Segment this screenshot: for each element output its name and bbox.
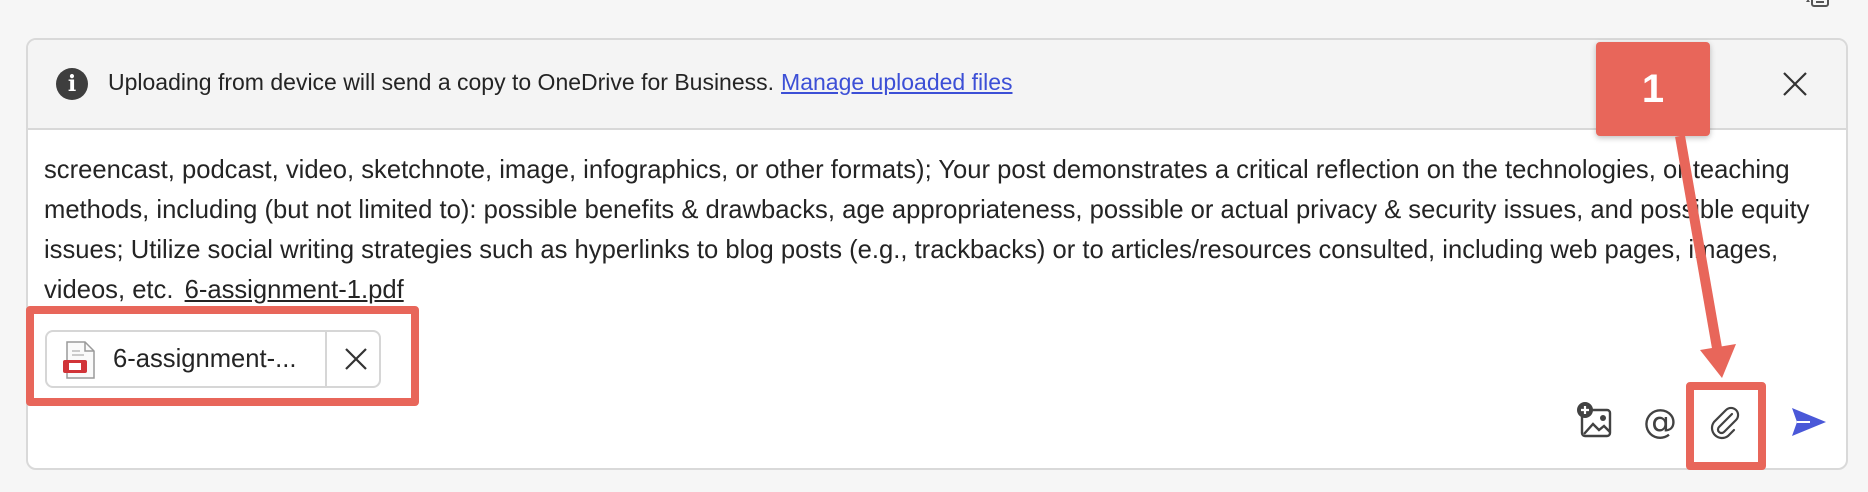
remove-attachment-icon[interactable] [337, 340, 375, 378]
add-image-icon[interactable] [1574, 400, 1618, 444]
manage-uploaded-files-link[interactable]: Manage uploaded files [781, 69, 1012, 95]
chip-divider [325, 332, 327, 386]
mention-button[interactable]: @ [1638, 400, 1682, 444]
compose-panel: i Uploading from device will send a copy… [26, 38, 1848, 470]
upload-notice-text: Uploading from device will send a copy t… [108, 69, 775, 95]
message-body[interactable]: screencast, podcast, video, sketchnote, … [44, 150, 1834, 310]
attachment-name: 6-assignment-... [113, 345, 297, 373]
attachment-link[interactable]: 6-assignment-1.pdf [185, 276, 404, 304]
upload-notice-banner: i Uploading from device will send a copy… [28, 40, 1846, 130]
paperclip-icon[interactable] [1702, 400, 1746, 444]
close-icon[interactable] [1778, 67, 1812, 101]
attachment-chip[interactable]: 6-assignment-... [45, 330, 381, 388]
upload-notice: Uploading from device will send a copy t… [108, 69, 1013, 96]
pdf-file-icon [63, 341, 95, 379]
send-icon[interactable] [1786, 400, 1830, 444]
step-badge: 1 [1596, 42, 1710, 136]
info-icon: i [56, 68, 88, 100]
copy-icon[interactable] [1800, 0, 1832, 16]
